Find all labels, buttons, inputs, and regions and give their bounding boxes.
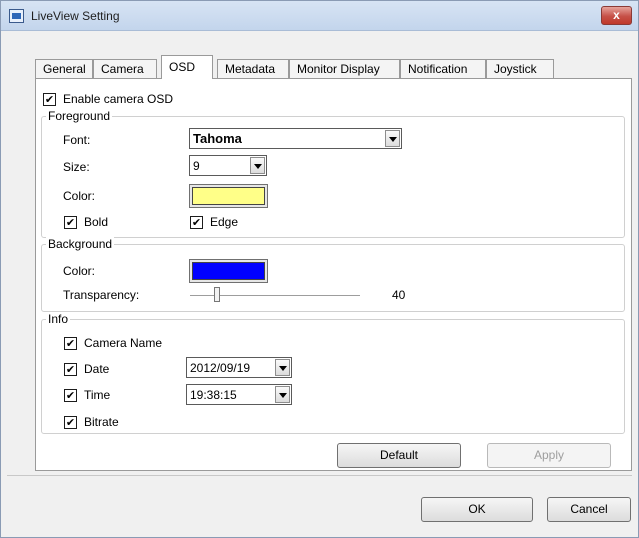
tab-camera[interactable]: Camera — [93, 59, 157, 79]
osd-tab-panel: ✔ Enable camera OSD Foreground Font: Tah… — [35, 78, 632, 471]
tab-metadata[interactable]: Metadata — [217, 59, 289, 79]
bg-color-swatch — [192, 262, 265, 280]
apply-button[interactable]: Apply — [487, 443, 611, 468]
background-title: Background — [46, 237, 115, 251]
date-checkbox[interactable]: ✔ — [64, 363, 77, 376]
info-group: Info ✔ Camera Name ✔ Date 2012/09/19 ✔ T… — [41, 312, 625, 434]
foreground-group: Foreground Font: Tahoma Size: 9 Color: ✔… — [41, 109, 625, 238]
liveview-setting-dialog: LiveView Setting x General Camera OSD Me… — [0, 0, 639, 538]
default-button[interactable]: Default — [337, 443, 461, 468]
camera-name-label: Camera Name — [84, 336, 163, 350]
size-value: 9 — [193, 159, 200, 173]
bold-label: Bold — [84, 215, 109, 229]
enable-osd-checkbox[interactable]: ✔ — [43, 93, 56, 106]
transparency-label: Transparency: — [63, 288, 140, 302]
time-label: Time — [84, 388, 111, 402]
font-select[interactable]: Tahoma — [189, 128, 402, 149]
tab-joystick[interactable]: Joystick — [486, 59, 554, 79]
chevron-down-icon[interactable] — [275, 359, 290, 376]
bg-color-button[interactable] — [189, 259, 268, 283]
size-select[interactable]: 9 — [189, 155, 267, 176]
tab-general[interactable]: General — [35, 59, 93, 79]
cancel-button[interactable]: Cancel — [547, 497, 631, 522]
bold-checkbox[interactable]: ✔ — [64, 216, 77, 229]
date-format-value: 2012/09/19 — [190, 361, 251, 375]
fg-color-swatch — [192, 187, 265, 205]
time-checkbox[interactable]: ✔ — [64, 389, 77, 402]
window-title: LiveView Setting — [31, 9, 120, 23]
chevron-down-icon[interactable] — [385, 130, 400, 147]
chevron-down-icon[interactable] — [250, 157, 265, 174]
tab-monitor-display[interactable]: Monitor Display — [289, 59, 400, 79]
date-label: Date — [84, 362, 110, 376]
tab-notification[interactable]: Notification — [400, 59, 486, 79]
info-title: Info — [46, 312, 71, 326]
edge-checkbox[interactable]: ✔ — [190, 216, 203, 229]
transparency-slider-thumb[interactable] — [214, 287, 220, 302]
bg-color-label: Color: — [63, 264, 96, 278]
transparency-value: 40 — [392, 288, 406, 302]
bitrate-label: Bitrate — [84, 415, 119, 429]
close-button[interactable]: x — [601, 6, 632, 25]
ok-button[interactable]: OK — [421, 497, 533, 522]
tab-osd[interactable]: OSD — [161, 55, 213, 79]
time-format-value: 19:38:15 — [190, 388, 237, 402]
fg-color-label: Color: — [63, 189, 96, 203]
fg-color-button[interactable] — [189, 184, 268, 208]
foreground-title: Foreground — [46, 109, 113, 123]
edge-label: Edge — [210, 215, 239, 229]
date-format-select[interactable]: 2012/09/19 — [186, 357, 292, 378]
font-value: Tahoma — [193, 131, 242, 146]
app-icon — [9, 9, 24, 23]
title-bar: LiveView Setting x — [1, 1, 638, 31]
footer-divider — [7, 475, 632, 476]
chevron-down-icon[interactable] — [275, 386, 290, 403]
size-label: Size: — [63, 160, 90, 174]
background-group: Background Color: Transparency: 40 — [41, 237, 625, 312]
bitrate-checkbox[interactable]: ✔ — [64, 416, 77, 429]
camera-name-checkbox[interactable]: ✔ — [64, 337, 77, 350]
enable-osd-label: Enable camera OSD — [63, 92, 174, 106]
time-format-select[interactable]: 19:38:15 — [186, 384, 292, 405]
close-icon: x — [613, 8, 620, 22]
font-label: Font: — [63, 133, 91, 147]
